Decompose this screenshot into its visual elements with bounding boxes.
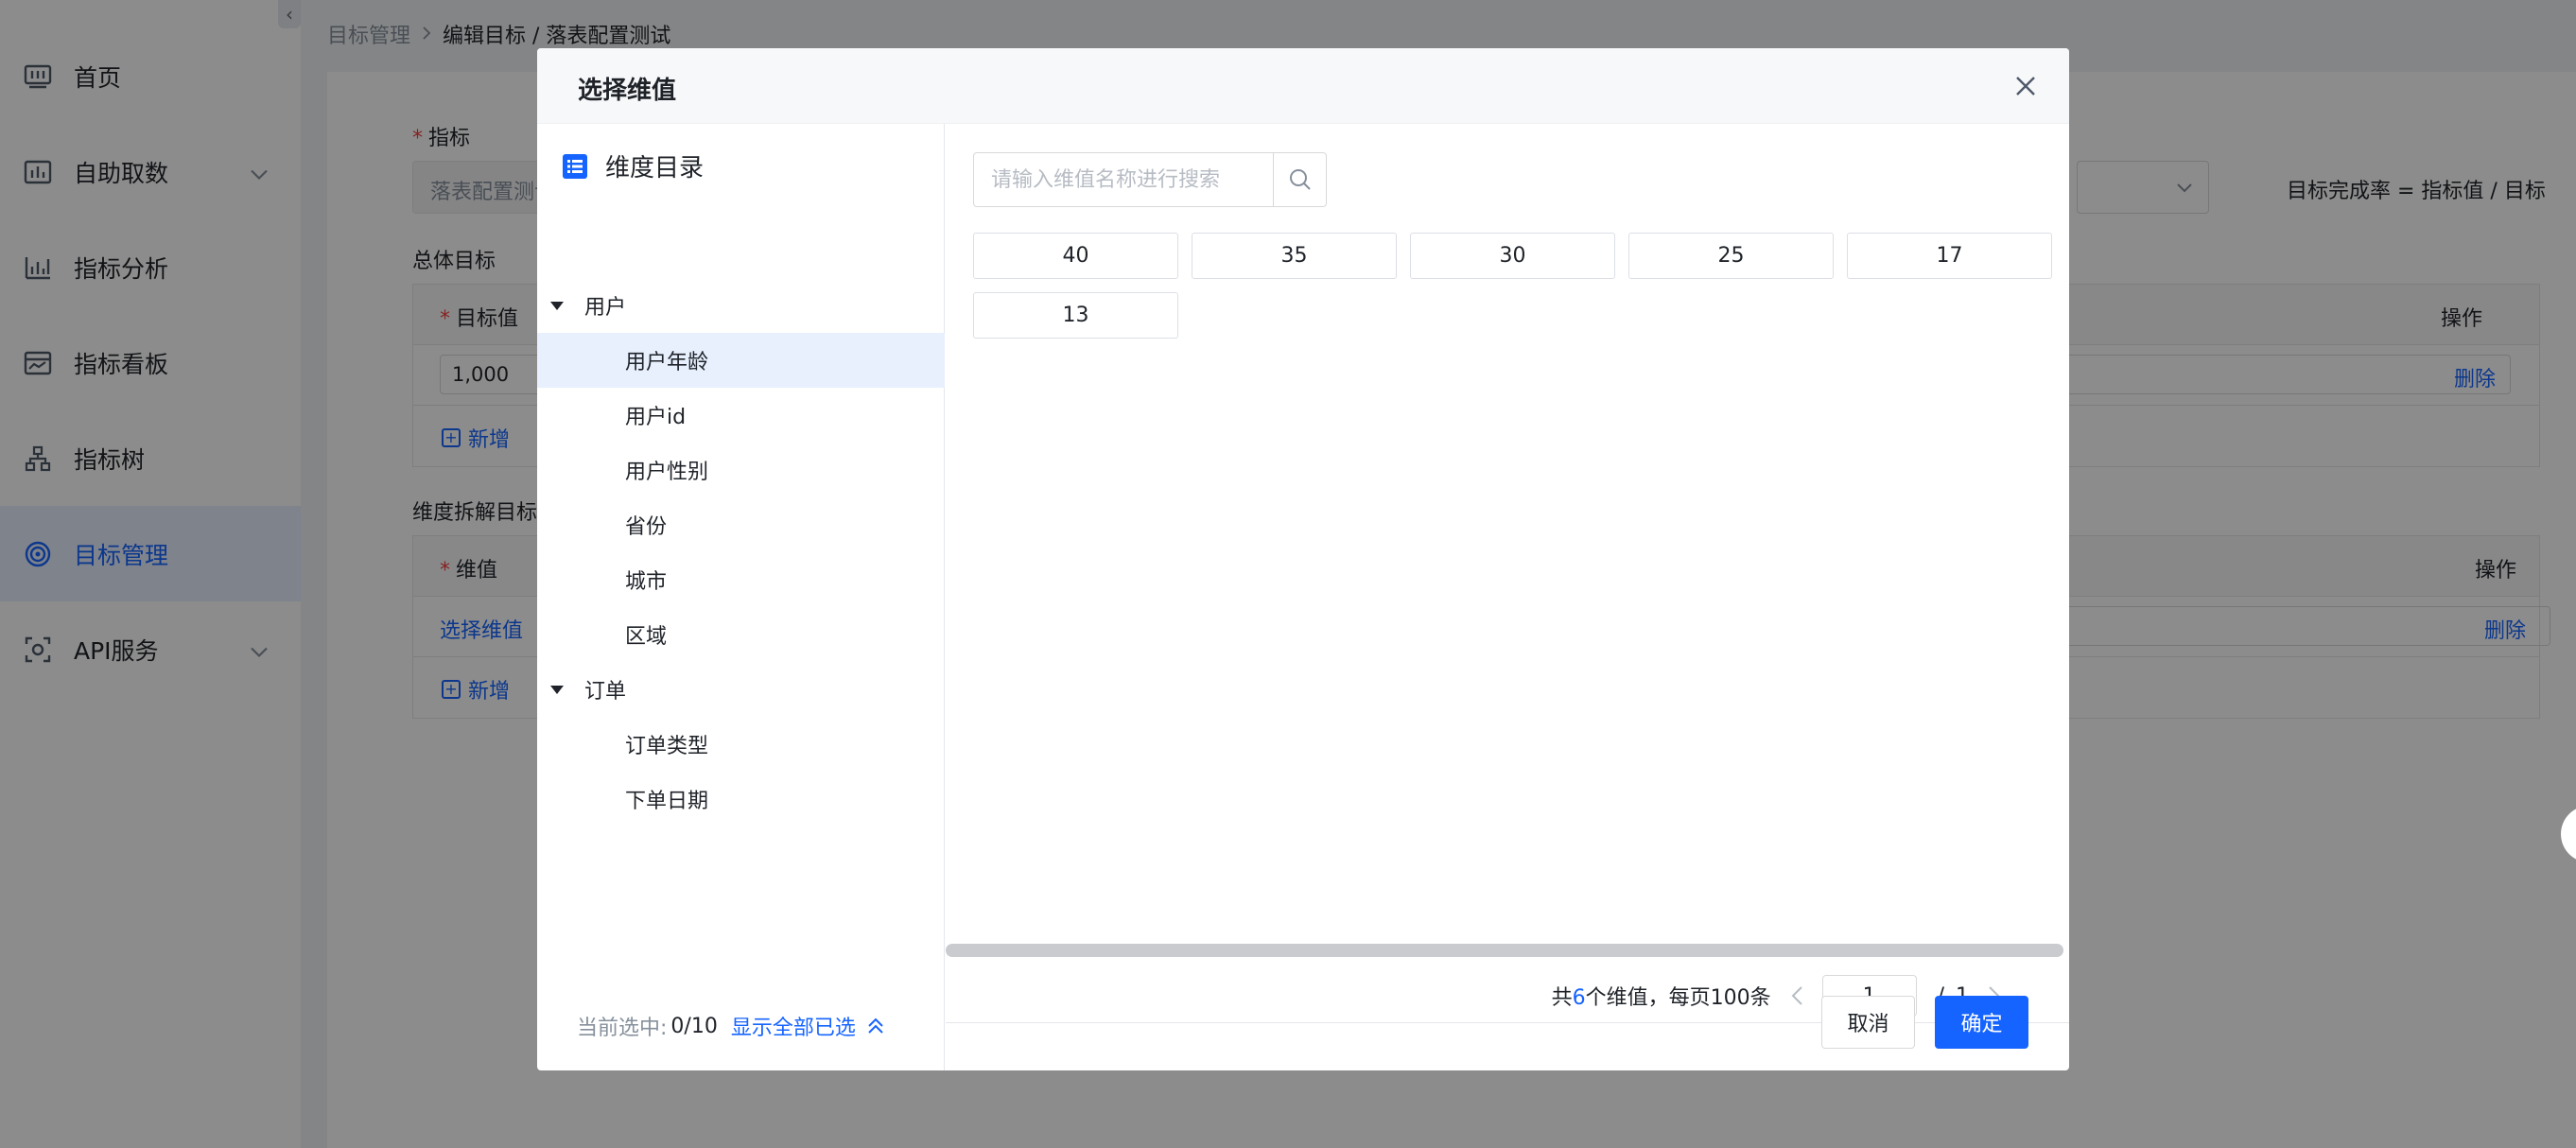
tree-item-user-gender[interactable]: 用户性别 xyxy=(537,443,945,497)
selected-summary: 当前选中: 0/10 显示全部已选 xyxy=(577,1011,886,1041)
tree-item-user-age[interactable]: 用户年龄 xyxy=(537,333,945,388)
values-grid: 40 35 30 25 17 13 xyxy=(973,233,2052,339)
tree-title: 维度目录 xyxy=(562,148,704,183)
value-option[interactable]: 35 xyxy=(1192,233,1397,279)
close-icon[interactable] xyxy=(2009,69,2043,103)
tree-item-order-date[interactable]: 下单日期 xyxy=(537,772,945,826)
value-option[interactable]: 17 xyxy=(1847,233,2052,279)
caret-down-icon xyxy=(550,301,564,310)
search-icon xyxy=(1289,169,1311,190)
search-input[interactable] xyxy=(974,153,1273,206)
value-option[interactable]: 25 xyxy=(1628,233,1834,279)
pagination-total: 共6个维值，每页100条 xyxy=(1551,986,1771,1010)
selected-count: 0/10 xyxy=(670,1014,718,1038)
tree-item-city[interactable]: 城市 xyxy=(537,552,945,607)
select-dimension-value-modal: 选择维值 维度目录 用户 用户年龄 用户id 用户性别 省份 城市 区域 订单 … xyxy=(537,48,2069,1070)
horizontal-scrollbar[interactable] xyxy=(946,944,2063,957)
dimension-values-panel: 40 35 30 25 17 13 共6个维值，每页100条 / 1 xyxy=(946,124,2069,1070)
cancel-button[interactable]: 取消 xyxy=(1821,996,1915,1049)
tree-group-user[interactable]: 用户 xyxy=(537,278,945,333)
modal-title: 选择维值 xyxy=(578,77,677,105)
tree-group-order[interactable]: 订单 xyxy=(537,662,945,717)
search-box xyxy=(973,152,1327,207)
tree-item-province[interactable]: 省份 xyxy=(537,497,945,552)
confirm-button[interactable]: 确定 xyxy=(1935,996,2028,1049)
tree-item-order-type[interactable]: 订单类型 xyxy=(537,717,945,772)
show-all-selected-button[interactable]: 显示全部已选 xyxy=(731,1011,886,1041)
value-option[interactable]: 40 xyxy=(973,233,1178,279)
search-button[interactable] xyxy=(1273,153,1326,206)
modal-header: 选择维值 xyxy=(537,48,2069,124)
caret-down-icon xyxy=(550,685,564,694)
tree-item-user-id[interactable]: 用户id xyxy=(537,388,945,443)
prev-page-icon[interactable] xyxy=(1783,982,1811,1010)
tree-item-region[interactable]: 区域 xyxy=(537,607,945,662)
dimension-tree-panel: 维度目录 用户 用户年龄 用户id 用户性别 省份 城市 区域 订单 订单类型 … xyxy=(537,124,945,1070)
double-chevron-up-icon xyxy=(868,1018,883,1034)
value-option[interactable]: 30 xyxy=(1410,233,1615,279)
list-icon xyxy=(562,153,588,180)
value-option[interactable]: 13 xyxy=(973,292,1178,339)
